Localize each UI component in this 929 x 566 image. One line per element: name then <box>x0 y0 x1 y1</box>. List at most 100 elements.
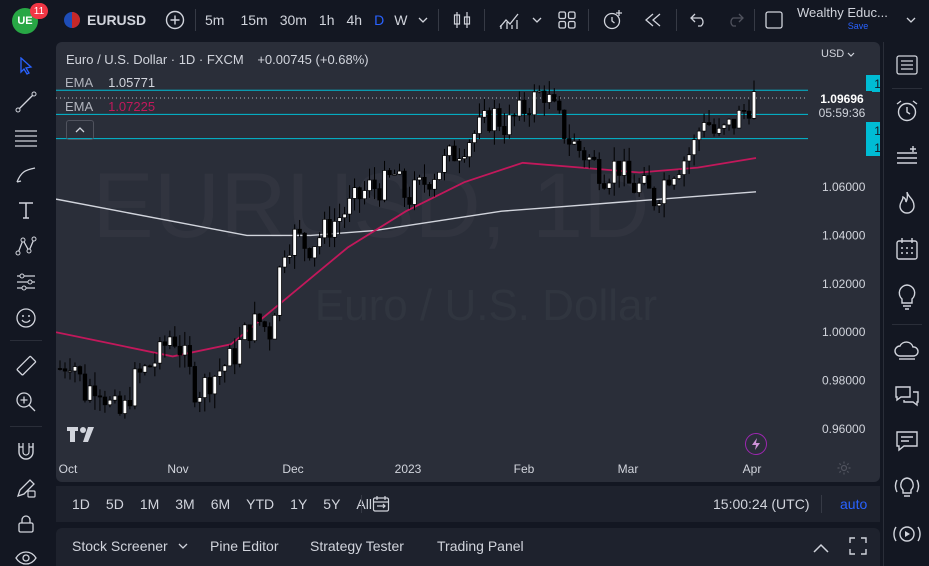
candle[interactable] <box>277 265 282 322</box>
candle[interactable] <box>207 372 212 403</box>
candle[interactable] <box>741 103 747 120</box>
candle[interactable] <box>82 364 88 403</box>
candle[interactable] <box>267 322 272 351</box>
collapse-panel-button[interactable] <box>813 540 829 556</box>
candle[interactable] <box>721 123 727 135</box>
candle[interactable] <box>257 313 262 326</box>
alert-button[interactable] <box>600 6 626 34</box>
candle[interactable] <box>676 169 682 181</box>
candle[interactable] <box>312 246 317 267</box>
candle[interactable] <box>696 127 702 152</box>
drawing-mode-button[interactable] <box>8 472 44 504</box>
watchlist-button[interactable] <box>889 48 925 82</box>
magnet-tool-button[interactable] <box>8 436 44 468</box>
candle[interactable] <box>92 372 98 410</box>
replay-button[interactable] <box>640 6 666 34</box>
candle[interactable] <box>656 199 662 214</box>
candle[interactable] <box>567 124 572 157</box>
brush-tool-button[interactable] <box>8 158 44 190</box>
range-6m[interactable]: 6M <box>211 496 230 512</box>
candle[interactable] <box>706 109 712 127</box>
ema-fast-legend[interactable]: EMA 1.07225 <box>65 99 155 114</box>
candle[interactable] <box>147 364 153 368</box>
candle[interactable] <box>651 186 657 211</box>
ema-slow-legend[interactable]: EMA 1.05771 <box>65 75 155 90</box>
notifications-button[interactable] <box>889 424 925 458</box>
candle[interactable] <box>686 147 692 174</box>
tab-trading-panel[interactable]: Trading Panel <box>437 538 524 554</box>
fib-tool-button[interactable] <box>8 122 44 154</box>
candle[interactable] <box>482 98 487 124</box>
range-5y[interactable]: 5Y <box>323 496 340 512</box>
broadcast-button[interactable] <box>889 470 925 504</box>
prediction-tool-button[interactable] <box>8 266 44 298</box>
candle[interactable] <box>671 176 677 190</box>
chart-panel[interactable]: EURUSD, 1D Euro / U.S. Dollar 1.06000 1.0… <box>56 42 880 482</box>
alerts-button[interactable] <box>889 94 925 128</box>
candle[interactable] <box>507 104 512 139</box>
candle[interactable] <box>716 118 722 137</box>
range-1y[interactable]: 1Y <box>290 496 307 512</box>
candle[interactable] <box>666 174 672 187</box>
zoom-tool-button[interactable] <box>8 386 44 418</box>
candle[interactable] <box>691 134 697 166</box>
lightning-button[interactable] <box>745 433 767 455</box>
candle[interactable] <box>661 172 667 218</box>
interval-dropdown-button[interactable] <box>416 6 430 34</box>
currency-selector[interactable]: USD <box>821 48 855 60</box>
range-1m[interactable]: 1M <box>140 496 159 512</box>
tradingview-logo[interactable] <box>66 424 100 449</box>
calendar-button[interactable] <box>889 232 925 266</box>
candle[interactable] <box>487 107 492 133</box>
interval-4h[interactable]: 4h <box>347 12 363 28</box>
candle[interactable] <box>117 391 123 416</box>
hide-drawings-button[interactable] <box>8 542 44 566</box>
redo-button[interactable] <box>724 6 746 34</box>
interval-1h[interactable]: 1h <box>319 12 335 28</box>
range-1d[interactable]: 1D <box>72 496 90 512</box>
candle[interactable] <box>726 118 732 131</box>
candle[interactable] <box>72 362 78 383</box>
candle[interactable] <box>751 80 757 120</box>
tab-stock-screener[interactable]: Stock Screener <box>72 538 188 554</box>
trendline-tool-button[interactable] <box>8 86 44 118</box>
candle[interactable] <box>237 326 242 368</box>
candle[interactable] <box>232 338 237 375</box>
hotlists-button[interactable] <box>889 186 925 220</box>
symbol-search-button[interactable]: EURUSD <box>64 6 146 34</box>
candle[interactable] <box>292 224 297 269</box>
maximize-panel-button[interactable] <box>849 537 867 558</box>
candle[interactable] <box>212 375 217 409</box>
candle[interactable] <box>557 96 562 114</box>
interval-w[interactable]: W <box>394 12 407 28</box>
candle[interactable] <box>67 358 73 380</box>
candle[interactable] <box>547 81 552 110</box>
candle[interactable] <box>572 133 577 145</box>
candle[interactable] <box>477 103 482 140</box>
candle[interactable] <box>222 364 227 383</box>
interval-5m[interactable]: 5m <box>205 12 224 28</box>
icons-tool-button[interactable] <box>8 302 44 334</box>
data-window-button[interactable] <box>889 139 925 173</box>
candle[interactable] <box>127 386 133 410</box>
candle[interactable] <box>152 353 158 377</box>
chats-button[interactable] <box>889 379 925 413</box>
candle[interactable] <box>137 363 143 384</box>
candle[interactable] <box>527 107 532 127</box>
candle[interactable] <box>77 365 83 382</box>
indicators-button[interactable] <box>496 6 522 34</box>
candle[interactable] <box>122 395 128 419</box>
candle[interactable] <box>522 92 527 122</box>
candle[interactable] <box>177 335 182 368</box>
candle[interactable] <box>512 113 517 127</box>
chart-settings-button[interactable] <box>837 461 851 480</box>
undo-button[interactable] <box>688 6 710 34</box>
candle[interactable] <box>562 109 567 144</box>
ruler-tool-button[interactable] <box>8 350 44 382</box>
candle[interactable] <box>187 336 192 375</box>
candle[interactable] <box>252 301 257 343</box>
layout-name-button[interactable]: Wealthy Educ... Save <box>797 5 899 35</box>
candle[interactable] <box>192 361 197 408</box>
indicators-dropdown-button[interactable] <box>530 6 544 34</box>
candle[interactable] <box>537 85 542 94</box>
